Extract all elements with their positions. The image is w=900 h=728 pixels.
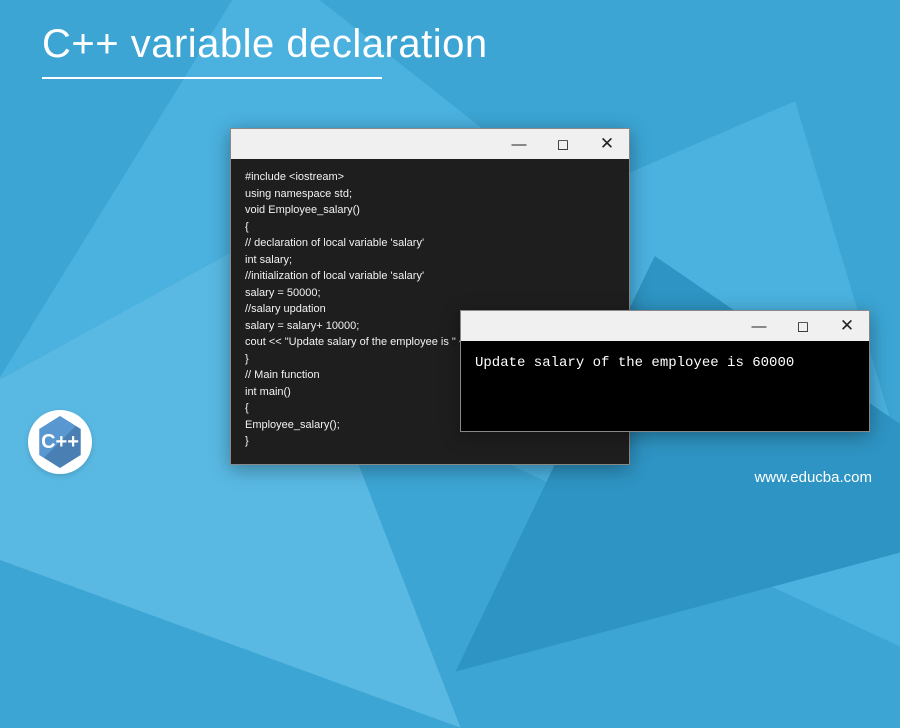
minimize-button[interactable]: —	[737, 311, 781, 341]
page-title: C++ variable declaration	[42, 22, 900, 67]
close-button[interactable]: ✕	[825, 311, 869, 341]
maximize-button[interactable]: ◻	[541, 129, 585, 159]
minimize-button[interactable]: —	[497, 129, 541, 159]
title-underline	[42, 77, 382, 79]
footer-site: www.educba.com	[754, 469, 872, 486]
window-titlebar: — ◻ ✕	[231, 129, 629, 159]
close-button[interactable]: ✕	[585, 129, 629, 159]
console-output-window: — ◻ ✕ Update salary of the employee is 6…	[460, 310, 870, 432]
window-titlebar: — ◻ ✕	[461, 311, 869, 341]
cpp-logo-hex: C++	[37, 416, 83, 468]
header: C++ variable declaration	[0, 0, 900, 79]
maximize-button[interactable]: ◻	[781, 311, 825, 341]
console-output: Update salary of the employee is 60000	[461, 341, 869, 431]
cpp-logo: C++	[28, 410, 92, 474]
